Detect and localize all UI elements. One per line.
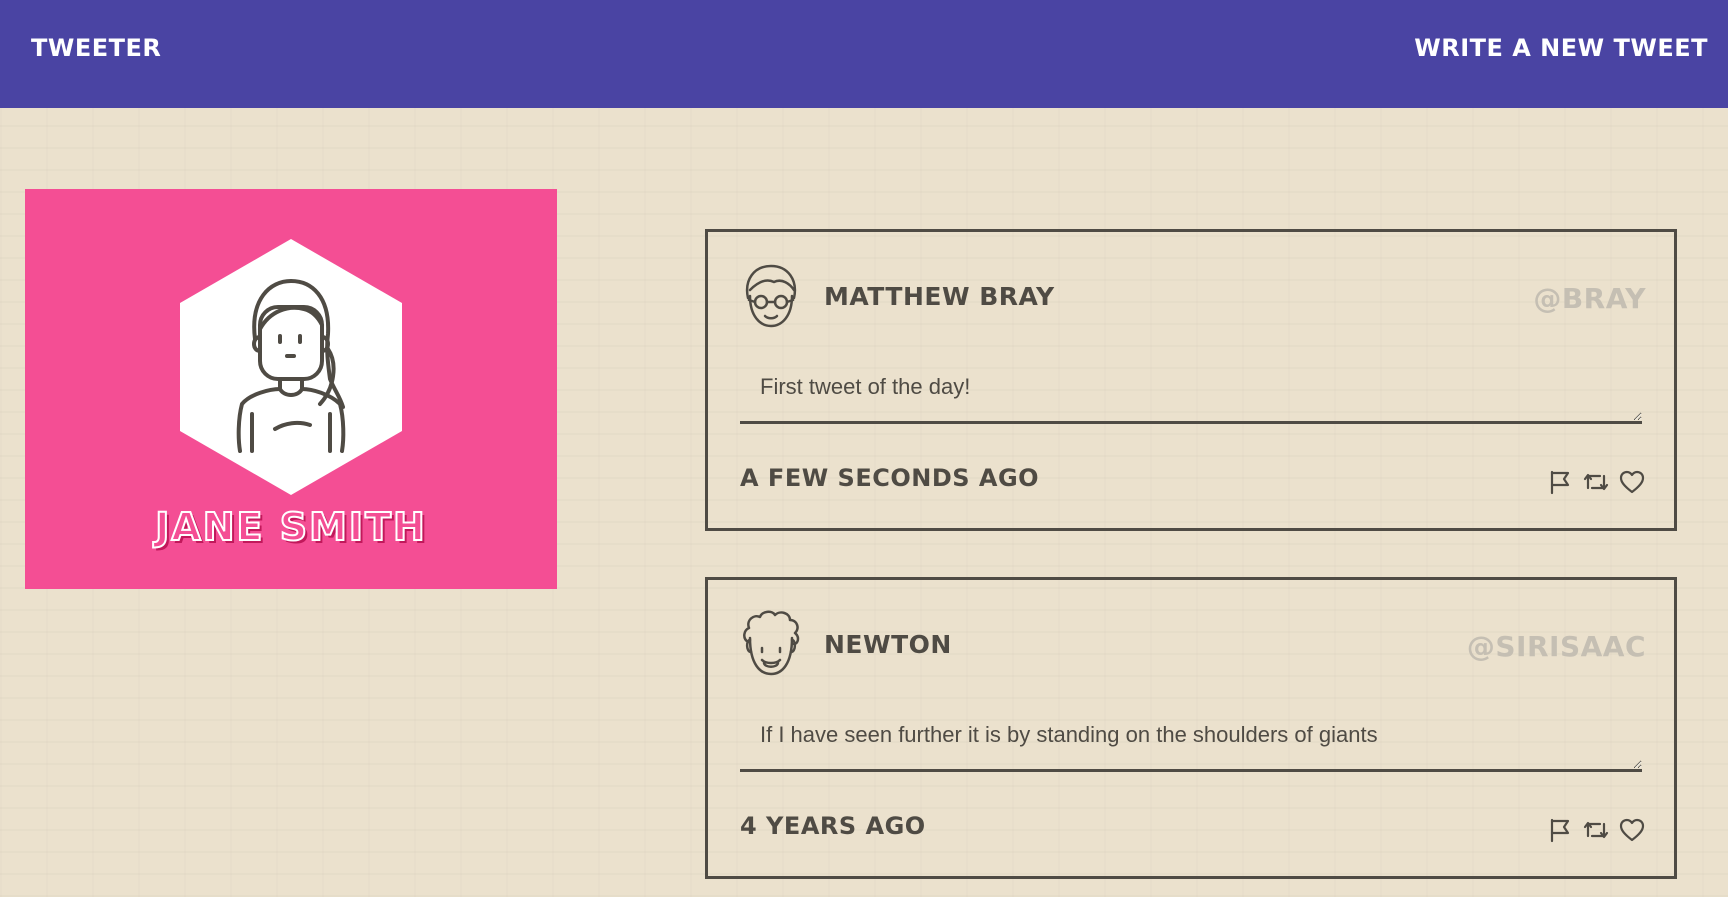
tweet-text-area[interactable]: If I have seen further it is by standing…: [740, 710, 1642, 772]
woman-avatar-icon: [180, 239, 402, 495]
tweet-timestamp: A FEW SECONDS AGO: [740, 464, 1040, 492]
curly-hair-man-avatar-icon: [743, 610, 800, 676]
heart-icon[interactable]: [1618, 468, 1646, 496]
tweet-text-area[interactable]: First tweet of the day!: [740, 362, 1642, 424]
retweet-icon[interactable]: [1582, 468, 1610, 496]
profile-card: JANE SMITH: [25, 189, 557, 589]
tweet-card: MATTHEW BRAY @BRAY First tweet of the da…: [705, 229, 1677, 531]
flag-icon[interactable]: [1546, 468, 1574, 496]
retweet-icon[interactable]: [1582, 816, 1610, 844]
flag-icon[interactable]: [1546, 816, 1574, 844]
tweet-author-name: NEWTON: [824, 630, 952, 659]
tweet-card: NEWTON @SIRISAAC If I have seen further …: [705, 577, 1677, 879]
profile-name: JANE SMITH: [154, 504, 427, 550]
tweet-timestamp: 4 YEARS AGO: [740, 812, 926, 840]
brand-link[interactable]: TWEETER: [31, 34, 161, 62]
tweet-actions: [1546, 816, 1646, 844]
tweet-author-handle: @SIRISAAC: [1466, 630, 1646, 663]
man-with-glasses-avatar-icon: [745, 264, 797, 328]
tweet-author-name: MATTHEW BRAY: [824, 282, 1055, 311]
tweet-author-handle: @BRAY: [1533, 282, 1646, 315]
top-navbar: TWEETER WRITE A NEW TWEET: [0, 0, 1728, 108]
heart-icon[interactable]: [1618, 816, 1646, 844]
tweet-actions: [1546, 468, 1646, 496]
write-new-tweet-link[interactable]: WRITE A NEW TWEET: [1414, 34, 1708, 62]
